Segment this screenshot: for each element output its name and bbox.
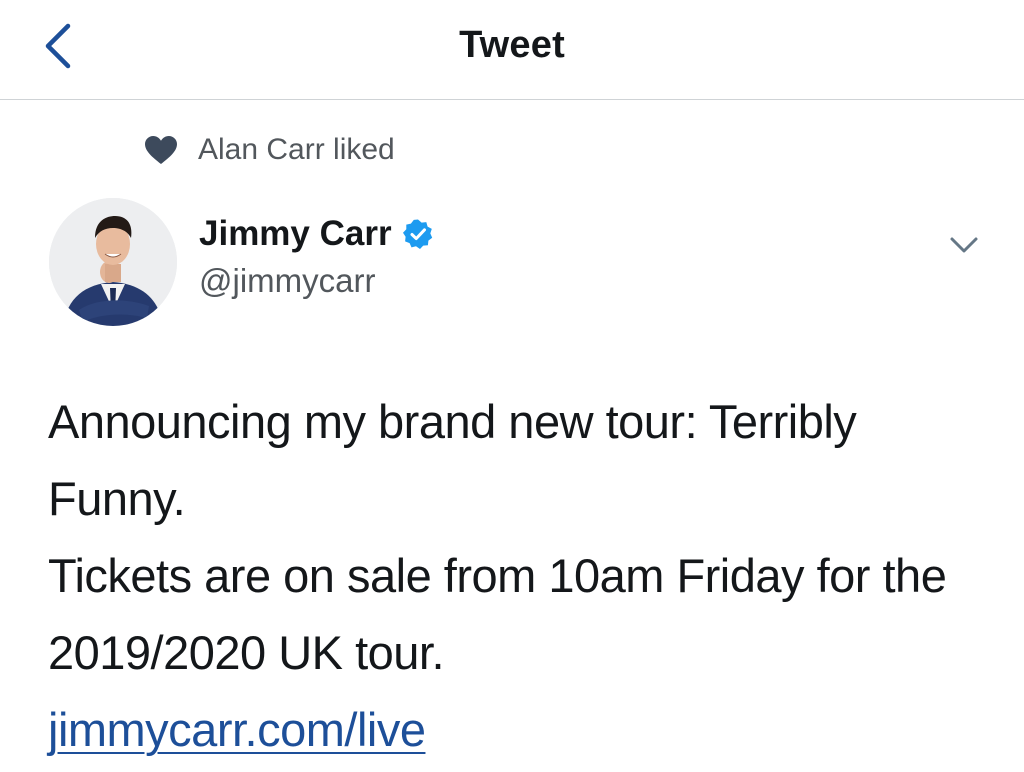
page-title: Tweet: [459, 24, 565, 66]
tweet-text: Announcing my brand new tour: Terribly F…: [48, 383, 988, 768]
avatar[interactable]: [49, 198, 177, 326]
chevron-down-icon: [950, 237, 978, 253]
liked-by-text: Alan Carr liked: [198, 133, 395, 166]
tweet-text-line: Announcing my brand new tour: Terribly F…: [48, 395, 857, 525]
tweet-text-line: Tickets are on sale from 10am Friday for…: [48, 549, 947, 679]
avatar-image: [49, 198, 177, 326]
verified-badge-icon: [402, 219, 432, 249]
social-context[interactable]: Alan Carr liked: [144, 130, 395, 170]
author-name[interactable]: Jimmy Carr: [199, 214, 392, 254]
tweet-link[interactable]: jimmycarr.com/live: [48, 703, 426, 756]
tweet-options-button[interactable]: [944, 228, 984, 262]
heart-icon: [145, 136, 177, 164]
author-handle[interactable]: @jimmycarr: [199, 262, 375, 300]
tweet-detail-screen: Tweet Alan Carr liked Jimmy Carr @jimmyc…: [0, 0, 1024, 772]
nav-bar: Tweet: [0, 0, 1024, 100]
author-name-row[interactable]: Jimmy Carr: [199, 214, 434, 254]
